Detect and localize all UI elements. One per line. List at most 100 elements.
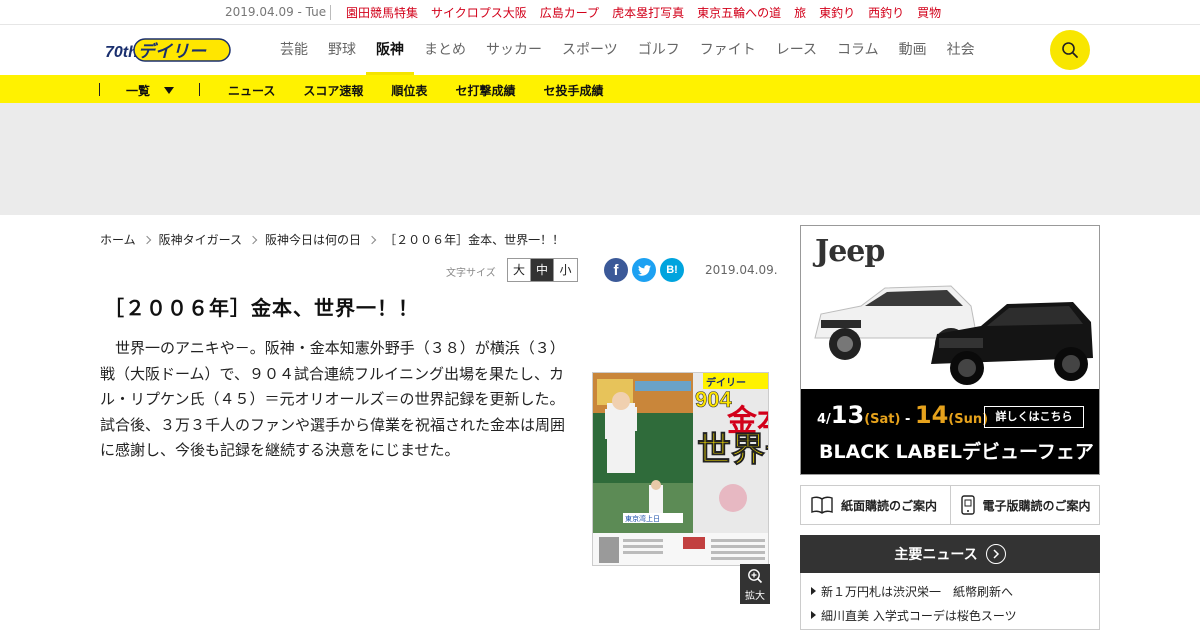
chevron-right-icon — [985, 544, 1006, 564]
book-icon — [811, 496, 833, 514]
special-link[interactable]: 買物 — [917, 4, 941, 21]
twitter-icon — [637, 264, 651, 276]
subscribe-paper-button[interactable]: 紙面購読のご案内 — [801, 486, 951, 524]
ad-date-day1: 13 — [830, 401, 865, 429]
sub-nav-news[interactable]: ニュース — [228, 82, 275, 99]
ad-date-day2: 14 — [914, 401, 949, 429]
smartphone-icon — [960, 495, 975, 515]
nav-item-hanshin[interactable]: 阪神 — [366, 25, 414, 75]
hatena-icon: B! — [666, 264, 678, 276]
font-size-medium[interactable]: 中 — [531, 259, 554, 281]
breadcrumb-home[interactable]: ホーム — [100, 231, 136, 248]
ad-fair-title: BLACK LABELデビューフェア — [819, 441, 1094, 463]
ad-cars-image — [814, 285, 1093, 385]
site-logo[interactable]: 70th デイリー — [104, 37, 234, 63]
special-link[interactable]: 東京五輪への道 — [697, 4, 781, 21]
zoom-in-icon — [748, 569, 763, 584]
triangle-right-icon — [811, 587, 816, 595]
ad-banner-area — [0, 103, 1200, 215]
subscribe-paper-label: 紙面購読のご案内 — [841, 498, 938, 513]
news-headline: 細川直美 入学式コーデは桜色スーツ — [821, 608, 1017, 623]
jeep-advertisement[interactable]: Jeep 4/13(Sat) - 14(Sun) 詳しくはこちら BLACK L… — [800, 225, 1100, 475]
search-button[interactable] — [1050, 30, 1090, 70]
font-size-label: 文字サイズ — [446, 268, 496, 279]
nav-item-sports[interactable]: スポーツ — [552, 25, 628, 75]
nav-item-society[interactable]: 社会 — [937, 25, 985, 75]
sub-nav: 一覧 ニュース スコア速報 順位表 セ打撃成績 セ投手成績 — [0, 75, 1200, 103]
divider — [330, 5, 331, 20]
nav-item-race[interactable]: レース — [766, 25, 827, 75]
main-news-list: 新１万円札は渋沢栄一 紙幣刷新へ 細川直美 入学式コーデは桜色スーツ — [800, 573, 1100, 630]
special-link[interactable]: 園田競馬特集 — [346, 4, 418, 21]
main-news-header[interactable]: 主要ニュース — [800, 535, 1100, 573]
breadcrumb-today[interactable]: 阪神今日は何の日 — [265, 231, 361, 248]
special-link[interactable]: 虎本塁打写真 — [612, 4, 684, 21]
special-link[interactable]: サイクロプス大阪 — [431, 4, 527, 21]
list-item[interactable]: 細川直美 入学式コーデは桜色スーツ — [811, 603, 1089, 627]
main-nav: 芸能 野球 阪神 まとめ サッカー スポーツ ゴルフ ファイト レース コラム … — [270, 25, 985, 75]
subscribe-digital-label: 電子版購読のご案内 — [982, 498, 1091, 513]
share-twitter-button[interactable] — [632, 258, 656, 282]
current-date: 2019.04.09 - Tue — [225, 5, 327, 19]
sub-nav-pitching[interactable]: セ投手成績 — [543, 82, 603, 99]
newspaper-front-page-image[interactable]: デイリー 904 金本 世界一 東京湾上日 — [592, 372, 769, 566]
chevron-right-icon — [367, 235, 377, 244]
list-dropdown-label: 一覧 — [126, 84, 151, 98]
article-body: 世界一のアニキや－。阪神・金本知憲外野手（３８）が横浜（３）戦（大阪ドーム）で、… — [100, 339, 566, 459]
breadcrumb: ホーム 阪神タイガース 阪神今日は何の日 ［２００６年］金本、世界一！！ — [100, 231, 564, 248]
breadcrumb-tigers[interactable]: 阪神タイガース — [159, 231, 242, 248]
special-link[interactable]: 東釣り — [819, 4, 855, 21]
divider — [199, 83, 200, 96]
sub-nav-batting[interactable]: セ打撃成績 — [455, 82, 515, 99]
special-link[interactable]: 広島カープ — [540, 4, 599, 21]
news-headline: 新１万円札は渋沢栄一 紙幣刷新へ — [821, 584, 1014, 599]
list-item[interactable]: 新１万円札は渋沢栄一 紙幣刷新へ — [811, 579, 1089, 603]
special-link[interactable]: 旅 — [794, 4, 806, 21]
nav-item-golf[interactable]: ゴルフ — [628, 25, 690, 75]
font-size-selector: 大 中 小 — [507, 258, 578, 282]
logo-badge: 70th — [105, 44, 138, 61]
paper-headline-2: 世界一 — [697, 430, 769, 470]
caret-down-icon — [164, 87, 175, 94]
ad-bottom-panel: 4/13(Sat) - 14(Sun) 詳しくはこちら BLACK LABELデ… — [801, 389, 1099, 474]
nav-item-video[interactable]: 動画 — [889, 25, 937, 75]
divider — [99, 83, 100, 96]
sub-nav-standings[interactable]: 順位表 — [391, 82, 427, 99]
zoom-button[interactable]: 拡大 — [740, 564, 770, 604]
nav-item-geino[interactable]: 芸能 — [270, 25, 318, 75]
special-links: 園田競馬特集 サイクロプス大阪 広島カープ 虎本塁打写真 東京五輪への道 旅 東… — [346, 4, 941, 21]
article-title: ［２００６年］金本、世界一！！ — [104, 296, 419, 320]
logo-graphic: 70th デイリー — [105, 38, 231, 62]
special-link[interactable]: 西釣り — [868, 4, 904, 21]
font-size-large[interactable]: 大 — [508, 259, 531, 281]
facebook-icon: f — [613, 261, 619, 279]
nav-item-yakyu[interactable]: 野球 — [318, 25, 366, 75]
font-size-small[interactable]: 小 — [554, 259, 577, 281]
share-facebook-button[interactable]: f — [604, 258, 628, 282]
zoom-label: 拡大 — [745, 591, 765, 602]
triangle-right-icon — [811, 611, 816, 619]
chevron-right-icon — [142, 235, 151, 244]
search-icon — [1062, 42, 1078, 58]
nav-item-soccer[interactable]: サッカー — [476, 25, 552, 75]
sub-nav-score[interactable]: スコア速報 — [303, 82, 363, 99]
ad-date-dow2: (Sun) — [948, 412, 989, 427]
list-dropdown[interactable]: 一覧 — [126, 82, 175, 99]
paper-sub-caption: 東京湾上日 — [625, 514, 660, 523]
nav-item-fight[interactable]: ファイト — [690, 25, 766, 75]
nav-item-matome[interactable]: まとめ — [414, 25, 476, 75]
site-header: 70th デイリー 芸能 野球 阪神 まとめ サッカー スポーツ ゴルフ ファイ… — [0, 25, 1200, 75]
breadcrumb-current: ［２００６年］金本、世界一！！ — [384, 233, 565, 247]
ad-fair-dates: 4/13(Sat) - 14(Sun) — [817, 401, 988, 429]
ad-detail-button[interactable]: 詳しくはこちら — [984, 406, 1084, 428]
newspaper-graphic: デイリー 904 金本 世界一 東京湾上日 — [593, 373, 769, 565]
main-news-title: 主要ニュース — [894, 547, 978, 563]
subscribe-digital-button[interactable]: 電子版購読のご案内 — [951, 486, 1100, 524]
share-hatena-button[interactable]: B! — [660, 258, 684, 282]
ad-date-dash: - — [900, 412, 915, 427]
sub-nav-links: ニュース スコア速報 順位表 セ打撃成績 セ投手成績 — [228, 82, 603, 99]
top-strip: 2019.04.09 - Tue 園田競馬特集 サイクロプス大阪 広島カープ 虎… — [0, 0, 1200, 25]
logo-text: デイリー — [138, 42, 207, 62]
nav-item-column[interactable]: コラム — [827, 25, 889, 75]
publish-date: 2019.04.09. — [705, 263, 778, 277]
